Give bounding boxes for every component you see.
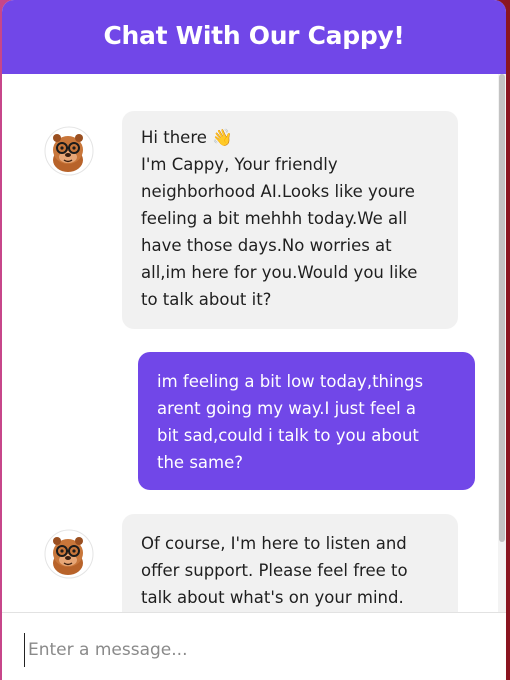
message-line: Of course, I'm here to listen and xyxy=(141,534,407,553)
message-line: Hi there 👋 xyxy=(141,128,233,147)
message-line: I'm Cappy, Your friendly xyxy=(141,155,338,174)
scrollbar-thumb[interactable] xyxy=(499,74,505,542)
user-message-bubble: im feeling a bit low today,things arent … xyxy=(138,352,475,490)
message-list[interactable]: Hi there 👋 I'm Cappy, Your friendly neig… xyxy=(2,74,506,612)
message-line: have those days.No worries at xyxy=(141,236,392,255)
bot-message-bubble: Hi there 👋 I'm Cappy, Your friendly neig… xyxy=(122,111,458,329)
chat-header: Chat With Our Cappy! xyxy=(2,0,506,74)
message-line: neighborhood AI.Looks like youre xyxy=(141,182,415,201)
message-input[interactable] xyxy=(24,633,488,667)
capybara-avatar-icon xyxy=(44,126,94,176)
capybara-avatar-icon xyxy=(44,529,94,579)
message-line: the same? xyxy=(157,453,244,472)
message-line: talk about what's on your mind. xyxy=(141,588,404,607)
message-input-bar xyxy=(2,612,506,680)
message-line: im feeling a bit low today,things xyxy=(157,372,424,391)
message-line: offer support. Please feel free to xyxy=(141,561,408,580)
message-line: bit sad,could i talk to you about xyxy=(157,426,419,445)
bot-message-bubble: Of course, I'm here to listen and offer … xyxy=(122,514,458,612)
message-line: all,im here for you.Would you like xyxy=(141,263,418,282)
chat-window: Chat With Our Cappy! Hi there 👋 I'm Capp… xyxy=(2,0,506,680)
message-line: to talk about it? xyxy=(141,290,272,309)
message-line: arent going my way.I just feel a xyxy=(157,399,417,418)
message-line: feeling a bit mehhh today.We all xyxy=(141,209,408,228)
scrollbar[interactable] xyxy=(498,74,506,612)
chat-title: Chat With Our Cappy! xyxy=(103,21,405,50)
